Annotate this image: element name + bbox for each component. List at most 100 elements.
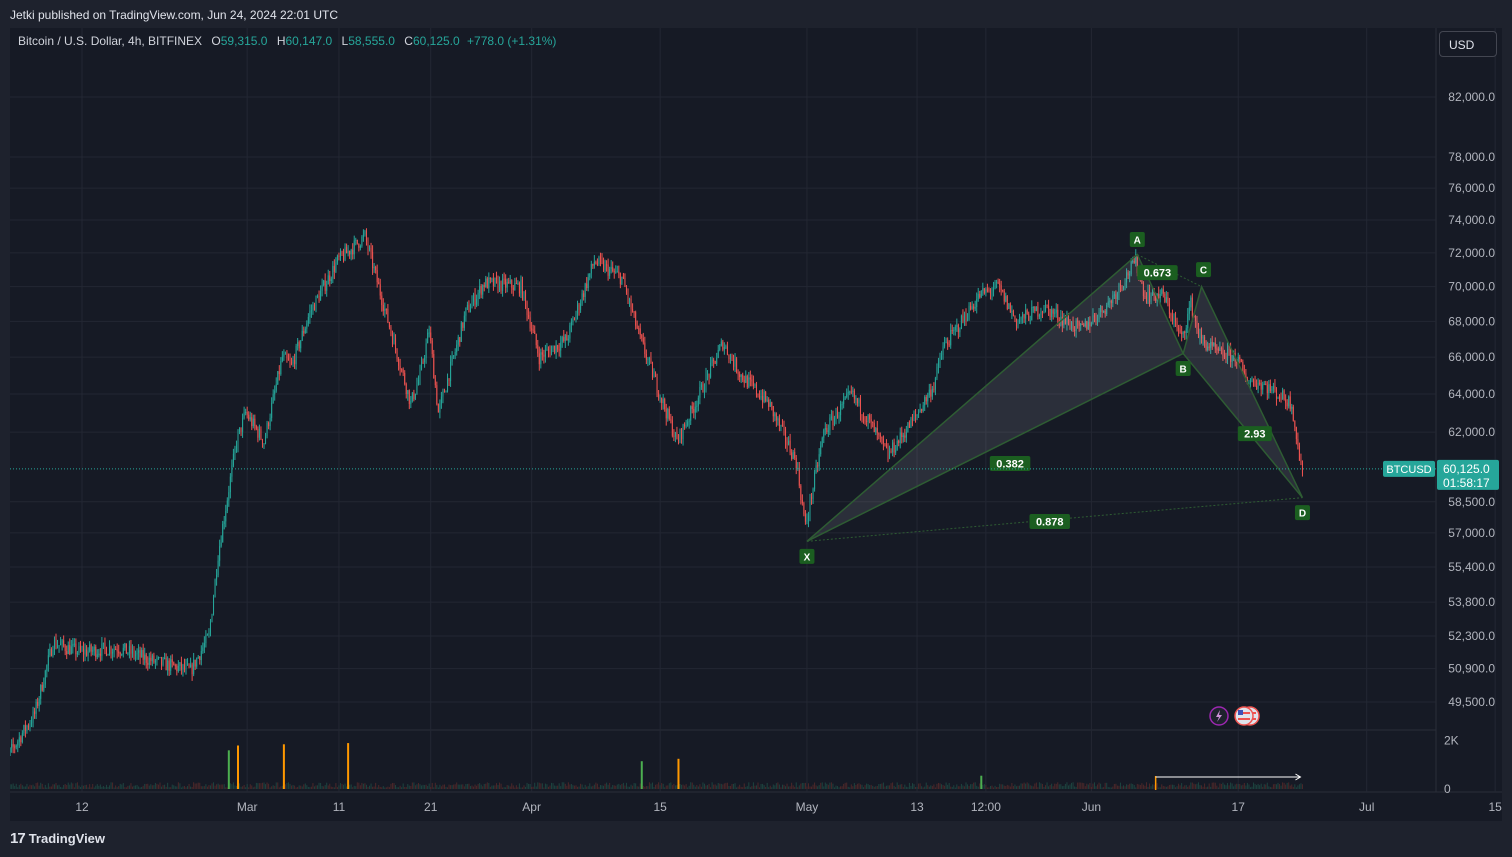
y-tick-label: 49,500.0 — [1448, 695, 1495, 709]
pattern-ratio-label[interactable]: 0.673 — [1137, 265, 1178, 281]
candle-body — [387, 308, 389, 323]
volume-bar — [869, 785, 871, 789]
candle-body — [205, 635, 207, 644]
volume-bar — [879, 783, 881, 789]
harmonic-pattern[interactable]: XABCD0.3820.6732.930.878 — [799, 232, 1310, 564]
volume-bar — [945, 782, 947, 789]
candle-body — [234, 448, 236, 454]
candle-body — [685, 425, 687, 427]
volume-bar — [896, 782, 898, 789]
candle-body — [303, 330, 305, 334]
volume-bar — [76, 782, 78, 789]
candle-body — [338, 255, 340, 258]
pattern-triangle-xab[interactable] — [806, 253, 1185, 543]
candle-body — [272, 394, 274, 403]
candle-body — [251, 417, 253, 427]
chart-area[interactable]: X A B C D 0.382 0.673 2.93 0.878 82,000.0 78,000.… — [10, 28, 1502, 821]
candle-body — [905, 431, 907, 438]
time-axis[interactable]: 12 Mar 11 21 Apr 15 May 13 12:00 Jun 17 Jul 15 — [75, 800, 1502, 814]
volume-bar — [177, 782, 179, 789]
volume-bar — [1240, 785, 1242, 789]
candle-body — [578, 304, 580, 310]
volume-bar — [916, 786, 918, 789]
volume-bar — [157, 784, 159, 789]
volume-bar — [29, 784, 31, 789]
pattern-point-c[interactable]: C — [1196, 262, 1212, 278]
candle-body — [1170, 313, 1172, 316]
candle-body — [982, 288, 984, 291]
pattern-point-d[interactable]: D — [1294, 505, 1310, 521]
pattern-point-x[interactable]: X — [799, 548, 815, 564]
volume-bar — [902, 787, 904, 789]
volume-bar — [965, 782, 967, 789]
event-icons[interactable] — [1209, 706, 1260, 726]
volume-bar — [583, 787, 585, 789]
candle-body — [404, 372, 406, 385]
candle-body — [561, 337, 563, 343]
volume-bar — [430, 787, 432, 789]
volume-bar — [459, 784, 461, 789]
volume-bar — [564, 783, 566, 789]
volume-bar — [47, 783, 49, 789]
volume-spike-bar — [227, 750, 230, 789]
candle-body — [18, 737, 20, 742]
volume-bar — [133, 785, 135, 789]
volume-bar — [647, 786, 649, 789]
candle-body — [942, 346, 944, 356]
price-chart[interactable]: XABCD0.3820.6732.930.878 82,000.078,000.… — [10, 28, 1502, 821]
volume-bar — [1246, 782, 1248, 789]
volume-bar — [1119, 782, 1121, 789]
pattern-ratio-label[interactable]: 2.93 — [1237, 426, 1272, 442]
volume-bar — [607, 784, 609, 789]
pattern-ratio-label[interactable]: 0.878 — [1029, 514, 1070, 530]
volume-bar — [1201, 785, 1203, 789]
tradingview-logo[interactable]: 17 TradingView — [10, 830, 105, 847]
volume-bar — [887, 785, 889, 789]
candle-body — [755, 384, 757, 394]
volume-bar — [651, 782, 653, 789]
volume-bar — [1142, 784, 1144, 789]
currency-button[interactable]: USD — [1439, 31, 1497, 57]
volume-bar — [1301, 784, 1303, 789]
candle-body — [705, 374, 707, 391]
volume-bar — [191, 786, 193, 789]
candle-body — [647, 359, 649, 361]
volume-bar — [833, 787, 835, 789]
candle-body — [425, 343, 427, 358]
candle-body — [55, 639, 57, 648]
open-label: O — [211, 34, 221, 48]
economic-event-flag-icon[interactable] — [1234, 706, 1254, 726]
candle-body — [771, 402, 773, 407]
volume-bar — [1086, 783, 1088, 789]
volume-bar — [1245, 785, 1247, 789]
pattern-point-a[interactable]: A — [1129, 232, 1145, 248]
symbol-price-tag[interactable]: BTCUSD — [1383, 460, 1435, 477]
y-tick-label: 68,000.0 — [1448, 314, 1495, 328]
volume-bar — [837, 786, 839, 789]
volume-bar — [671, 785, 673, 789]
volume-bar — [304, 783, 306, 789]
volume-bar — [878, 784, 880, 789]
candle-body — [323, 280, 325, 286]
volume-bar — [968, 786, 970, 789]
candle-body — [991, 291, 993, 294]
last-price-tag[interactable]: 60,125.001:58:17 — [1437, 459, 1499, 490]
pattern-point-b[interactable]: B — [1175, 361, 1191, 377]
volume-bar — [844, 782, 846, 789]
volume-bar — [254, 786, 256, 789]
volume-bar — [892, 782, 894, 789]
volume-bar — [1035, 782, 1037, 789]
candle-body — [791, 452, 793, 460]
volume-bar — [95, 785, 97, 789]
candle-body — [359, 245, 361, 248]
lightning-event-icon[interactable] — [1209, 706, 1229, 726]
pattern-point-c-text: C — [1200, 266, 1207, 277]
candle-body — [994, 282, 996, 289]
candle-body — [87, 651, 89, 656]
candle-body — [176, 665, 178, 671]
candle-body — [694, 406, 696, 413]
candle-body — [743, 379, 745, 383]
candle-body — [986, 289, 988, 291]
candle-body — [690, 406, 692, 421]
candle-body — [587, 277, 589, 289]
